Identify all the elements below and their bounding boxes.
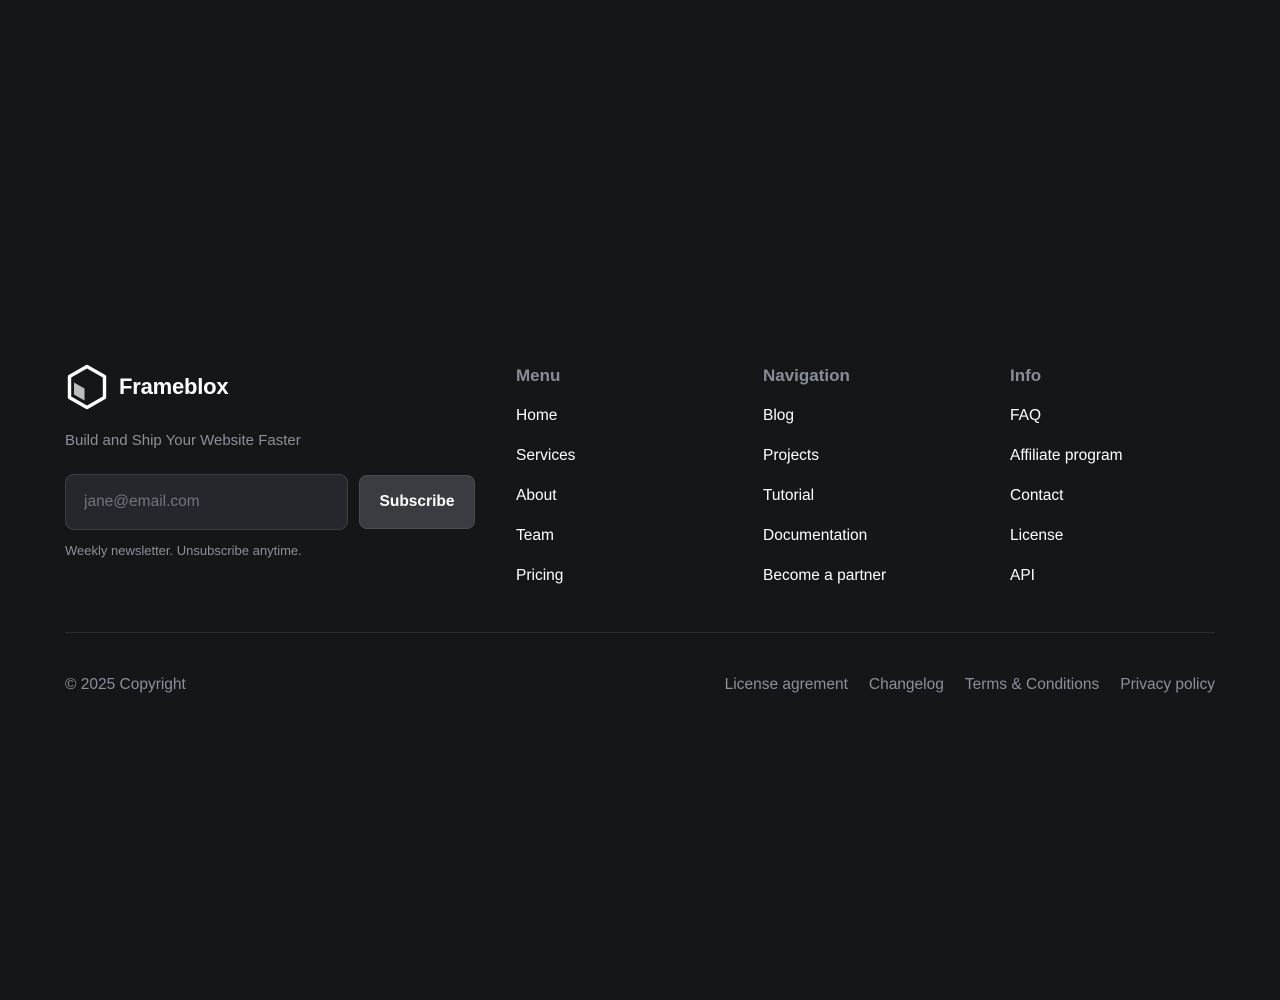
list-item: Projects <box>763 446 886 486</box>
link-contact[interactable]: Contact <box>1010 487 1063 504</box>
link-about[interactable]: About <box>516 487 557 504</box>
link-blog[interactable]: Blog <box>763 407 794 424</box>
link-license[interactable]: License <box>1010 527 1063 544</box>
column-heading: Menu <box>516 366 561 385</box>
footer-divider <box>65 632 1215 633</box>
newsletter-form: Subscribe <box>65 474 475 530</box>
list-item: FAQ <box>1010 406 1123 446</box>
link-team[interactable]: Team <box>516 527 554 544</box>
footer-column-navigation: Navigation Blog Projects Tutorial Docume… <box>763 364 886 606</box>
list-item: About <box>516 486 575 526</box>
brand-column: Frameblox Build and Ship Your Website Fa… <box>65 364 475 558</box>
footer-column-info: Info FAQ Affiliate program Contact Licen… <box>1010 364 1123 606</box>
list-item: Affiliate program <box>1010 446 1123 486</box>
list-item: Home <box>516 406 575 446</box>
footer-bottom-bar: © 2025 Copyright License agrement Change… <box>65 676 1215 694</box>
link-services[interactable]: Services <box>516 447 575 464</box>
info-links: FAQ Affiliate program Contact License AP… <box>1010 406 1123 606</box>
email-input[interactable] <box>65 474 348 530</box>
link-terms-conditions[interactable]: Terms & Conditions <box>965 676 1099 694</box>
list-item: Pricing <box>516 566 575 606</box>
link-license-agreement[interactable]: License agrement <box>725 676 848 694</box>
list-item: Become a partner <box>763 566 886 606</box>
navigation-links: Blog Projects Tutorial Documentation Bec… <box>763 406 886 606</box>
link-affiliate-program[interactable]: Affiliate program <box>1010 447 1123 464</box>
brand-tagline: Build and Ship Your Website Faster <box>65 432 301 449</box>
hexagon-cube-icon <box>67 364 107 410</box>
newsletter-note: Weekly newsletter. Unsubscribe anytime. <box>65 543 302 558</box>
link-changelog[interactable]: Changelog <box>869 676 944 694</box>
link-pricing[interactable]: Pricing <box>516 567 563 584</box>
copyright-text: © 2025 Copyright <box>65 676 186 693</box>
column-heading: Navigation <box>763 366 850 385</box>
list-item: Documentation <box>763 526 886 566</box>
link-become-partner[interactable]: Become a partner <box>763 567 886 584</box>
list-item: Services <box>516 446 575 486</box>
list-item: Team <box>516 526 575 566</box>
list-item: License <box>1010 526 1123 566</box>
brand-logo-link[interactable]: Frameblox <box>65 364 475 410</box>
menu-links: Home Services About Team Pricing <box>516 406 575 606</box>
link-documentation[interactable]: Documentation <box>763 527 867 544</box>
subscribe-button[interactable]: Subscribe <box>359 475 475 529</box>
list-item: Contact <box>1010 486 1123 526</box>
column-heading: Info <box>1010 366 1042 385</box>
brand-name: Frameblox <box>119 374 229 399</box>
link-api[interactable]: API <box>1010 567 1035 584</box>
list-item: API <box>1010 566 1123 606</box>
link-faq[interactable]: FAQ <box>1010 407 1041 424</box>
list-item: Blog <box>763 406 886 446</box>
footer-column-menu: Menu Home Services About Team Pricing <box>516 364 575 606</box>
link-projects[interactable]: Projects <box>763 447 819 464</box>
link-home[interactable]: Home <box>516 407 557 424</box>
legal-links: License agrement Changelog Terms & Condi… <box>725 676 1215 694</box>
link-privacy-policy[interactable]: Privacy policy <box>1120 676 1215 694</box>
link-tutorial[interactable]: Tutorial <box>763 487 814 504</box>
list-item: Tutorial <box>763 486 886 526</box>
